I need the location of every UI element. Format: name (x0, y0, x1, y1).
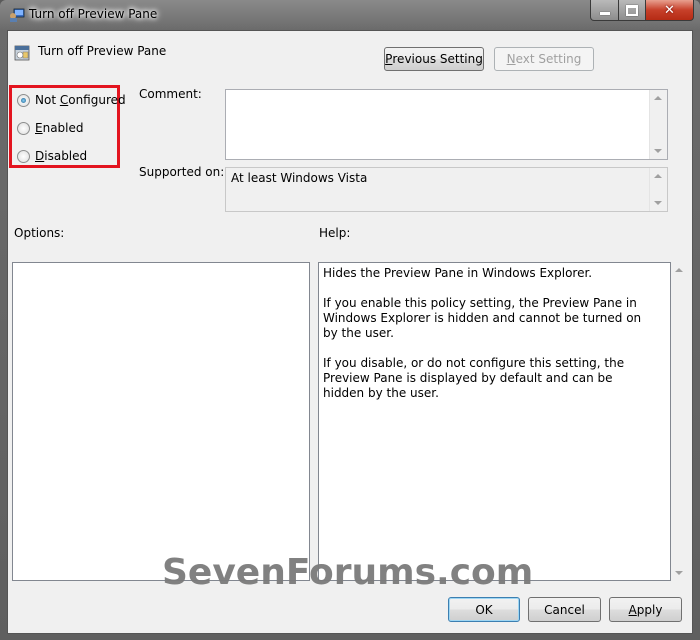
minimize-icon (599, 11, 610, 15)
ok-button[interactable]: OK (448, 597, 520, 622)
maximize-icon (626, 4, 638, 16)
scroll-down-icon[interactable] (654, 201, 662, 205)
radio-label: Disabled (35, 149, 88, 163)
apply-button[interactable]: Apply (609, 597, 682, 622)
radio-unselected-icon[interactable] (17, 121, 30, 135)
help-scrollbar[interactable] (671, 262, 688, 581)
help-panel: Hides the Preview Pane in Windows Explor… (318, 262, 671, 581)
help-label: Help: (319, 226, 351, 240)
maximize-button[interactable] (619, 0, 646, 21)
radio-unselected-icon[interactable] (17, 149, 30, 163)
previous-setting-button[interactable]: Previous Setting (384, 47, 484, 71)
supported-on-label: Supported on: (139, 165, 225, 179)
next-accel: N (506, 52, 516, 66)
options-panel (12, 262, 310, 581)
policy-name: Turn off Preview Pane (38, 44, 167, 58)
radio-not-configured[interactable]: Not Configured (17, 93, 126, 107)
supported-on-value: At least Windows Vista (231, 171, 368, 185)
minimize-button[interactable] (590, 0, 619, 21)
help-text: Hides the Preview Pane in Windows Explor… (323, 266, 648, 416)
supported-on-field[interactable]: At least Windows Vista (225, 167, 668, 212)
apply-label: pply (636, 602, 663, 617)
radio-label: Not Configured (35, 93, 126, 107)
help-paragraph: If you enable this policy setting, the P… (323, 296, 642, 340)
supported-on-scrollbar[interactable] (649, 168, 667, 211)
radio-enabled[interactable]: Enabled (17, 121, 84, 135)
title-bar[interactable]: Turn off Preview Pane ✕ (0, 0, 700, 30)
radio-selected-icon[interactable] (17, 93, 30, 107)
help-paragraph: Hides the Preview Pane in Windows Explor… (323, 266, 593, 280)
dialog-client-area: Turn off Preview Pane Previous Setting N… (7, 30, 693, 634)
radio-label: Enabled (35, 121, 84, 135)
dialog-window: Turn off Preview Pane ✕ Turn off Preview… (0, 0, 700, 640)
comment-scrollbar[interactable] (649, 90, 667, 159)
options-label: Options: (14, 226, 65, 240)
help-paragraph: If you disable, or do not configure this… (323, 356, 625, 400)
close-icon: ✕ (664, 2, 675, 18)
policy-setting-icon (14, 45, 30, 61)
close-button[interactable]: ✕ (646, 0, 694, 21)
cancel-button[interactable]: Cancel (528, 597, 601, 622)
window-title: Turn off Preview Pane (29, 7, 158, 21)
scroll-down-icon[interactable] (654, 149, 662, 153)
apply-accel: A (628, 602, 637, 617)
previous-label: revious Setting (392, 52, 483, 66)
scroll-down-icon[interactable] (675, 571, 683, 575)
scroll-up-icon[interactable] (654, 174, 662, 178)
comment-label: Comment: (139, 87, 202, 101)
scroll-up-icon[interactable] (654, 96, 662, 100)
scroll-up-icon[interactable] (675, 268, 683, 272)
comment-textarea[interactable] (225, 89, 668, 160)
previous-accel: P (385, 52, 393, 66)
next-label: ext Setting (515, 52, 582, 66)
radio-disabled[interactable]: Disabled (17, 149, 87, 163)
next-setting-button[interactable]: Next Setting (494, 47, 594, 71)
watermark: SevenForums.com (162, 552, 534, 593)
group-policy-icon (10, 8, 25, 22)
